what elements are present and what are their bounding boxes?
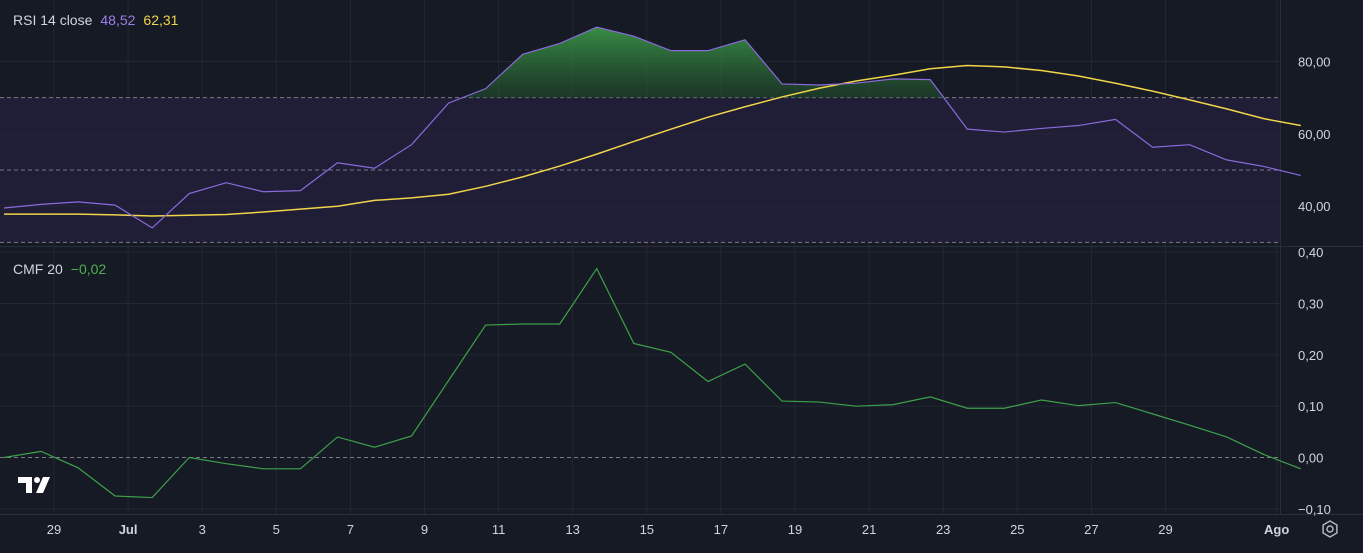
x-tick-label: 17 — [714, 522, 728, 537]
rsi-y-tick-label: 80,00 — [1298, 55, 1331, 70]
x-tick-label: 19 — [788, 522, 802, 537]
x-tick-label: 25 — [1010, 522, 1024, 537]
x-tick-label: 9 — [421, 522, 428, 537]
rsi-legend[interactable]: RSI 14 close 48,52 62,31 — [13, 12, 178, 28]
x-tick-label: 13 — [565, 522, 579, 537]
x-tick-label: 5 — [273, 522, 280, 537]
settings-gear-icon[interactable] — [1320, 519, 1340, 544]
x-tick-label: 3 — [199, 522, 206, 537]
rsi-ma-legend-value: 62,31 — [143, 12, 179, 28]
x-tick-label: 29 — [47, 522, 61, 537]
cmf-y-tick-label: 0,20 — [1298, 348, 1323, 363]
cmf-legend-title: CMF 20 — [13, 261, 63, 277]
cmf-y-tick-label: −0,10 — [1298, 502, 1331, 517]
rsi-overbought-fill — [462, 27, 944, 98]
x-tick-label: 29 — [1158, 522, 1172, 537]
indicator-chart-svg[interactable]: 40,00 60,00 80,00 0,40 0,30 0,20 0,10 0,00 −0,10… — [0, 0, 1363, 553]
x-tick-label: Ago — [1264, 522, 1289, 537]
x-tick-label: 15 — [640, 522, 654, 537]
rsi-legend-title: RSI 14 close — [13, 12, 93, 28]
cmf-line — [3, 267, 1301, 499]
cmf-y-tick-label: 0,10 — [1298, 399, 1323, 414]
rsi-y-tick-label: 60,00 — [1298, 127, 1331, 142]
x-tick-label: Jul — [119, 522, 138, 537]
rsi-y-tick-label: 40,00 — [1298, 199, 1331, 214]
x-tick-label: 27 — [1084, 522, 1098, 537]
cmf-legend-value: −0,02 — [70, 261, 107, 277]
cmf-legend[interactable]: CMF 20 −0,02 — [13, 261, 106, 277]
tradingview-logo-icon[interactable] — [16, 474, 56, 501]
cmf-y-tick-label: 0,00 — [1298, 451, 1323, 466]
x-tick-label: 7 — [347, 522, 354, 537]
cmf-y-tick-label: 0,30 — [1298, 296, 1323, 311]
x-tick-label: 23 — [936, 522, 950, 537]
x-tick-label: 21 — [862, 522, 876, 537]
rsi-legend-value: 48,52 — [100, 12, 136, 28]
chart-panel[interactable]: 40,00 60,00 80,00 0,40 0,30 0,20 0,10 0,00 −0,10… — [0, 0, 1363, 553]
x-tick-label: 11 — [492, 522, 506, 537]
cmf-y-tick-label: 0,40 — [1298, 245, 1323, 260]
